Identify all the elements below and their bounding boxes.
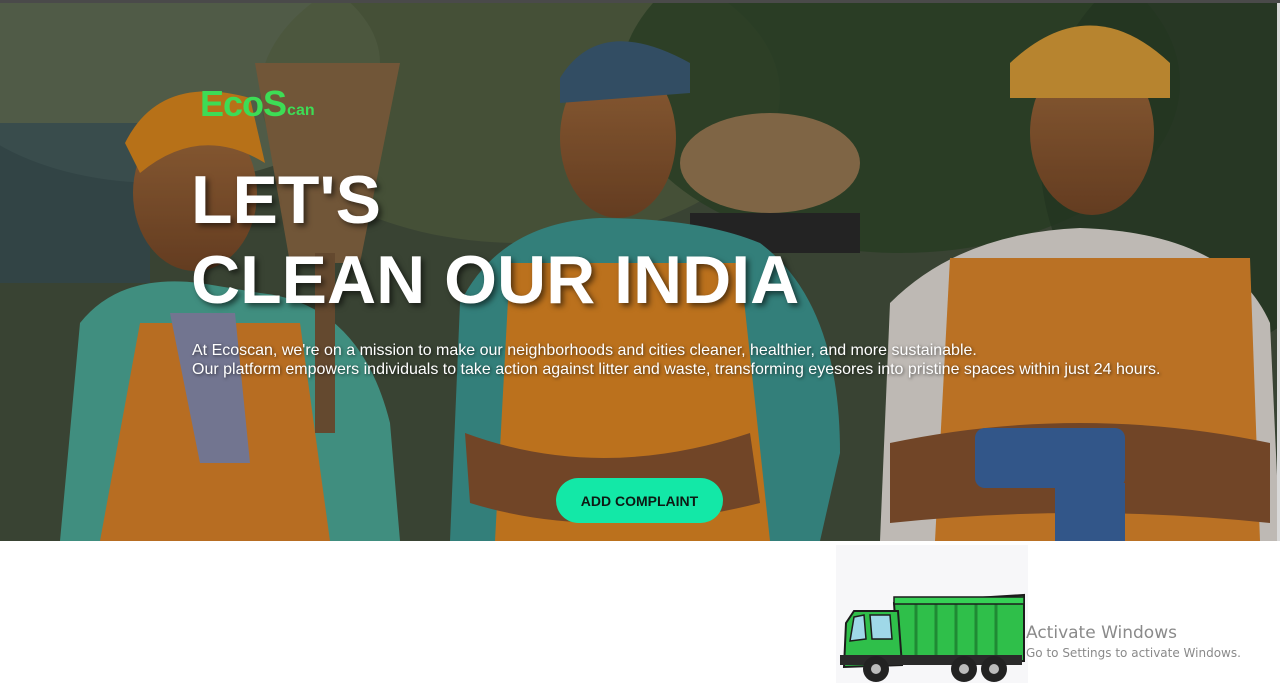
ecoscan-logo[interactable]: EcoS can — [200, 83, 315, 123]
logo-text-suffix: can — [287, 102, 315, 119]
logo-text-main: EcoS — [200, 83, 287, 124]
activation-title: Activate Windows — [1026, 623, 1177, 643]
description-line-2: Our platform empowers individuals to tak… — [192, 361, 1161, 378]
page: EcoS can LET'S CLEAN OUR INDIA At Ecosca… — [0, 0, 1280, 683]
windows-activation-watermark: Activate Windows Go to Settings to activ… — [1026, 623, 1241, 661]
add-complaint-button[interactable]: ADD COMPLAINT — [556, 478, 723, 523]
headline-line-2: CLEAN OUR INDIA — [191, 242, 800, 318]
description-line-1: At Ecoscan, we're on a mission to make o… — [192, 342, 977, 359]
headline-line-1: LET'S — [191, 162, 381, 238]
garbage-truck-icon — [836, 545, 1028, 683]
hero-description: At Ecoscan, we're on a mission to make o… — [192, 341, 1202, 379]
garbage-truck-illustration — [836, 545, 1028, 683]
activation-subtitle: Go to Settings to activate Windows. — [1026, 646, 1241, 660]
top-border — [0, 0, 1280, 3]
hero-headline: LET'S CLEAN OUR INDIA — [191, 160, 799, 320]
